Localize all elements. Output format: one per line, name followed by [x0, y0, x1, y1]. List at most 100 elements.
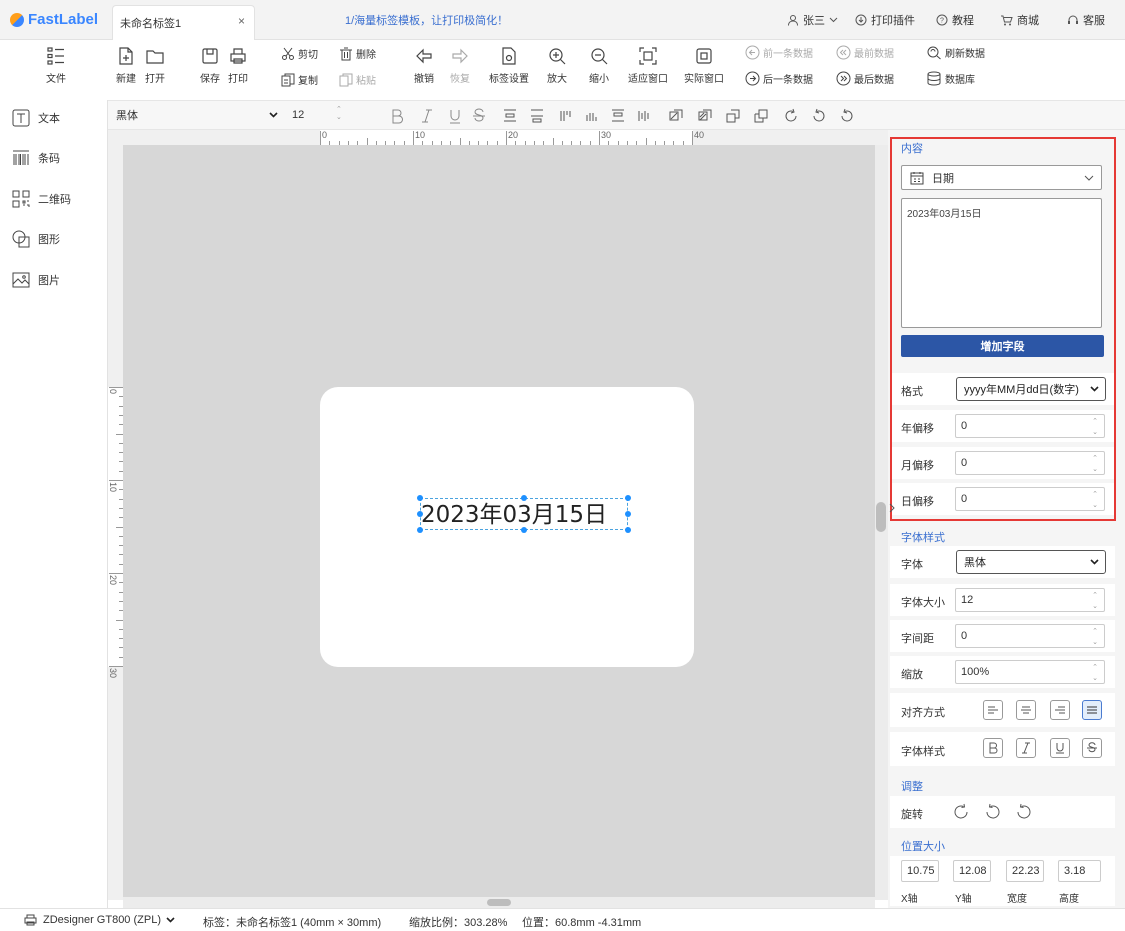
selected-date-text[interactable]: 2023年03月15日: [420, 498, 628, 530]
stepper-arrows-icon[interactable]: ⌃ ⌄: [1089, 663, 1101, 683]
style-strike-button[interactable]: [1082, 738, 1102, 758]
chevron-down-icon: [166, 917, 175, 923]
align-top-icon[interactable]: [503, 108, 517, 124]
align-left-icon: [988, 706, 998, 714]
align-bottom-icon[interactable]: [611, 108, 625, 124]
sidebar-item-image[interactable]: 图片: [12, 271, 60, 289]
tab-close-icon[interactable]: ×: [238, 14, 245, 28]
actual-size-icon: [696, 48, 712, 64]
promo-notice[interactable]: 1/海量标签模板，让打印极简化！: [345, 12, 508, 28]
underline-icon[interactable]: [448, 108, 462, 124]
collapse-panel-icon[interactable]: [889, 503, 895, 513]
file-button[interactable]: 文件: [46, 46, 66, 85]
sidebar-item-qrcode[interactable]: 二维码: [12, 190, 71, 208]
text-align-left-button[interactable]: [983, 700, 1003, 720]
cut-button[interactable]: 剪切: [281, 46, 318, 61]
sidebar-item-text[interactable]: 文本: [12, 109, 60, 127]
sidebar-item-shape[interactable]: 图形: [12, 230, 60, 248]
refresh-data-button[interactable]: 刷新数据: [926, 45, 985, 60]
resize-handle[interactable]: [625, 495, 631, 501]
text-align-right-button[interactable]: [1050, 700, 1070, 720]
italic-icon[interactable]: [420, 108, 434, 124]
align-left-icon[interactable]: [559, 108, 573, 124]
bold-icon[interactable]: [390, 108, 404, 124]
resize-handle[interactable]: [417, 527, 423, 533]
text-style-label: 字体样式: [901, 746, 945, 758]
resize-handle[interactable]: [625, 527, 631, 533]
panel-font-size-stepper[interactable]: 12 ⌃ ⌄: [955, 588, 1105, 612]
ruler-tick-label: 40: [694, 130, 705, 140]
stepper-arrows-icon[interactable]: ⌃ ⌄: [1089, 627, 1101, 647]
style-italic-button[interactable]: [1016, 738, 1036, 758]
panel-font-select[interactable]: 黑体: [956, 550, 1106, 574]
rotate-270-icon[interactable]: [839, 108, 855, 124]
scale-stepper[interactable]: 100% ⌃ ⌄: [955, 660, 1105, 684]
resize-handle[interactable]: [521, 527, 527, 533]
store-link[interactable]: 商城: [1000, 12, 1039, 28]
stepper-arrows-icon[interactable]: ⌃ ⌄: [1089, 591, 1101, 611]
x-input[interactable]: 10.75: [901, 860, 939, 882]
last-record-button[interactable]: 最后数据: [836, 71, 894, 86]
paste-button[interactable]: 粘贴: [339, 72, 376, 87]
undo-button[interactable]: 撤销: [414, 46, 434, 85]
database-button[interactable]: 数据库: [926, 71, 975, 86]
delete-button[interactable]: 删除: [339, 46, 376, 61]
print-button[interactable]: 打印: [228, 46, 248, 85]
resize-handle[interactable]: [521, 495, 527, 501]
tutorial-link[interactable]: ? 教程: [936, 12, 974, 28]
align-middle-icon[interactable]: [530, 108, 544, 124]
y-input[interactable]: 12.08: [953, 860, 991, 882]
next-record-button[interactable]: 后一条数据: [745, 71, 813, 86]
font-size-stepper[interactable]: 12 ⌃ ⌄: [286, 105, 356, 125]
prev-record-button[interactable]: 前一条数据: [745, 45, 813, 60]
rotate-270-icon[interactable]: [1015, 803, 1033, 821]
width-input[interactable]: 22.23: [1006, 860, 1044, 882]
layer-fill-icon[interactable]: [668, 108, 684, 124]
svg-text:?: ?: [940, 18, 944, 25]
style-underline-button[interactable]: [1050, 738, 1070, 758]
text-align-center-button[interactable]: [1016, 700, 1036, 720]
label-settings-button[interactable]: 标签设置: [489, 46, 529, 85]
strikethrough-icon[interactable]: [472, 108, 486, 124]
zoom-in-button[interactable]: 放大: [547, 46, 567, 85]
document-tab[interactable]: 未命名标签1 ×: [112, 5, 255, 40]
copy-button[interactable]: 复制: [281, 72, 318, 87]
save-button[interactable]: 保存: [200, 46, 220, 85]
sidebar-item-barcode[interactable]: 条码: [12, 149, 60, 167]
text-align-justify-button[interactable]: [1082, 700, 1102, 720]
first-record-button[interactable]: 最前数据: [836, 45, 894, 60]
align-right-icon: [1055, 706, 1065, 714]
rotate-90-icon[interactable]: [783, 108, 799, 124]
resize-handle[interactable]: [625, 511, 631, 517]
vertical-scroll-thumb[interactable]: [876, 502, 886, 532]
rotate-90-icon[interactable]: [952, 803, 970, 821]
height-input[interactable]: 3.18: [1058, 860, 1101, 882]
font-select[interactable]: 黑体: [116, 105, 284, 125]
open-button[interactable]: 打开: [145, 46, 165, 85]
actual-window-button[interactable]: 实际窗口: [684, 46, 724, 85]
send-back-icon[interactable]: [753, 108, 769, 124]
letter-spacing-stepper[interactable]: 0 ⌃ ⌄: [955, 624, 1105, 648]
horizontal-scroll-thumb[interactable]: [487, 899, 511, 906]
user-menu[interactable]: 张三: [787, 12, 838, 28]
fit-window-button[interactable]: 适应窗口: [628, 46, 668, 85]
ruler-tick-label: 20: [508, 130, 519, 140]
redo-button[interactable]: 恢复: [450, 46, 470, 85]
paste-icon: [339, 73, 353, 86]
align-center-icon[interactable]: [585, 108, 599, 124]
resize-handle[interactable]: [417, 495, 423, 501]
print-plugin-link[interactable]: 打印插件: [855, 12, 915, 28]
printer-select[interactable]: ZDesigner GT800 (ZPL): [43, 914, 175, 926]
rotate-180-icon[interactable]: [811, 108, 827, 124]
user-name: 张三: [803, 15, 825, 27]
layer-hatch-icon[interactable]: [697, 108, 713, 124]
distribute-icon[interactable]: [637, 108, 651, 124]
zoom-ratio: 缩放比例：303.28%: [409, 917, 508, 929]
style-bold-button[interactable]: [983, 738, 1003, 758]
rotate-180-icon[interactable]: [984, 803, 1002, 821]
new-button[interactable]: 新建: [116, 46, 136, 85]
zoom-out-button[interactable]: 缩小: [589, 46, 609, 85]
service-link[interactable]: 客服: [1067, 12, 1105, 28]
resize-handle[interactable]: [417, 511, 423, 517]
bring-front-icon[interactable]: [725, 108, 741, 124]
